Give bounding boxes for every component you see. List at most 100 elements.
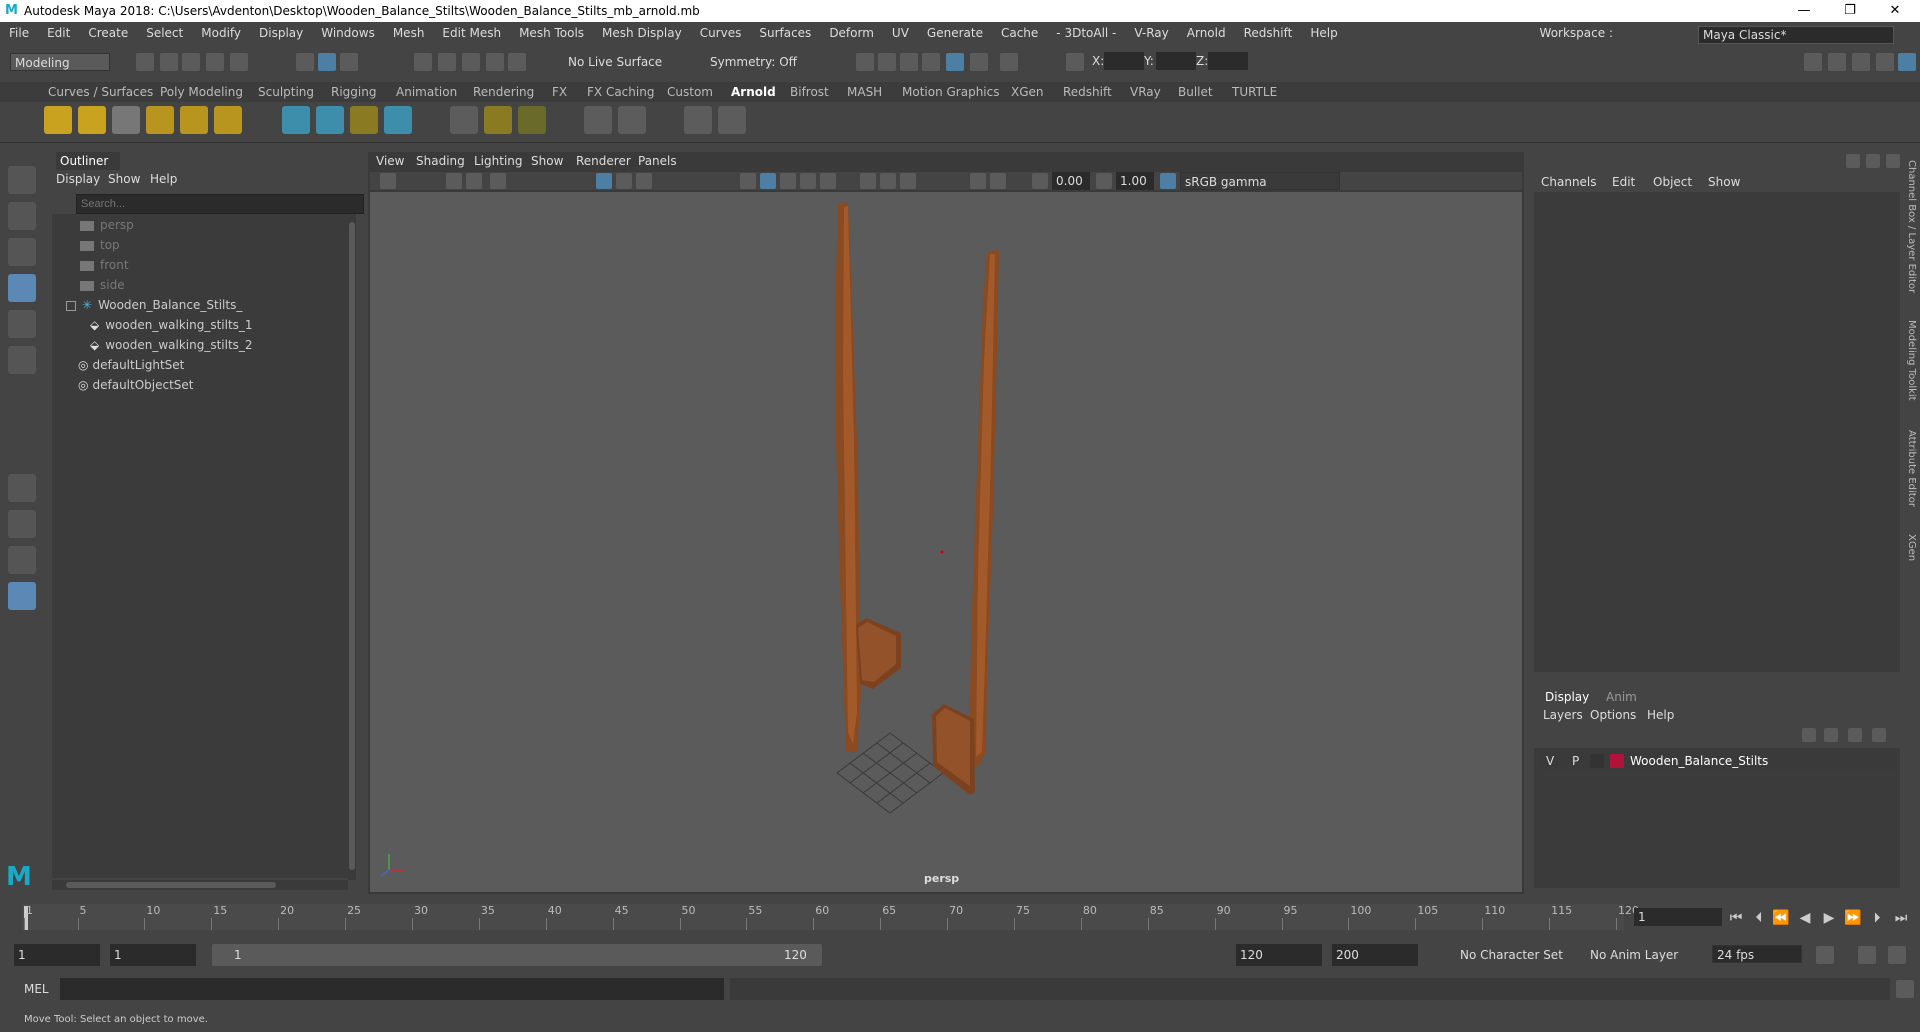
default-material-icon[interactable] [780, 173, 796, 189]
tree-item-front[interactable]: front [80, 256, 129, 274]
outliner-menu-display[interactable]: Display [56, 172, 100, 186]
shelf-tab-arnold[interactable]: Arnold [731, 82, 776, 102]
arnold-render-icon[interactable] [970, 53, 988, 71]
render-frame-icon[interactable] [856, 53, 874, 71]
select-object-icon[interactable] [318, 53, 336, 71]
export-standin-icon[interactable] [316, 106, 344, 134]
menu-file[interactable]: File [0, 22, 38, 44]
range-slider[interactable]: 1 120 [212, 944, 822, 966]
two-view-layout-icon[interactable] [8, 546, 36, 574]
menu-uv[interactable]: UV [883, 22, 918, 44]
x-field[interactable] [1104, 52, 1144, 70]
sidebar-toggle-icon[interactable] [1804, 53, 1822, 71]
playback-end-field[interactable]: 120 [1236, 944, 1322, 966]
menu-curves[interactable]: Curves [691, 22, 751, 44]
outliner-menu-help[interactable]: Help [150, 172, 177, 186]
shelf-tab-bifrost[interactable]: Bifrost [790, 82, 829, 102]
move-layer-down-icon[interactable] [1824, 728, 1838, 742]
four-view-layout-icon[interactable] [8, 510, 36, 538]
shelf-tab-fx[interactable]: FX [552, 82, 567, 102]
outliner-tab[interactable]: Outliner [56, 152, 120, 170]
select-camera-icon[interactable] [380, 173, 396, 189]
fps-dropdown[interactable]: 24 fps [1712, 945, 1802, 963]
menu-modify[interactable]: Modify [192, 22, 250, 44]
isolate-select-icon[interactable] [970, 173, 986, 189]
side-tab-modeling-toolkit[interactable]: Modeling Toolkit [1906, 320, 1917, 401]
shelf-tab-redshift[interactable]: Redshift [1063, 82, 1112, 102]
layers-menu-options[interactable]: Options [1590, 708, 1636, 722]
collapse-toggle-icon[interactable] [66, 300, 76, 311]
xray-icon[interactable] [990, 173, 1006, 189]
tool-settings-icon[interactable] [1828, 53, 1846, 71]
wireframe-icon[interactable] [740, 173, 756, 189]
layer-editor-icon[interactable] [1898, 53, 1916, 71]
flush-caches-icon[interactable] [518, 106, 546, 134]
menu-vray[interactable]: V-Ray [1125, 22, 1177, 44]
select-tool-icon[interactable] [8, 166, 36, 194]
menu-cache[interactable]: Cache [992, 22, 1047, 44]
new-scene-icon[interactable] [136, 53, 154, 71]
tree-item-top[interactable]: top [80, 236, 120, 254]
layer-tab-anim[interactable]: Anim [1606, 690, 1637, 704]
channels-menu-object[interactable]: Object [1653, 175, 1692, 189]
move-layer-up-icon[interactable] [1802, 728, 1816, 742]
ambient-occlusion-icon[interactable] [880, 173, 896, 189]
viewport-menu-shading[interactable]: Shading [416, 154, 465, 168]
auto-key-icon[interactable] [1858, 946, 1876, 964]
select-component-icon[interactable] [340, 53, 358, 71]
menu-deform[interactable]: Deform [820, 22, 883, 44]
maximize-button[interactable]: ❐ [1835, 2, 1865, 20]
loop-icon[interactable] [1816, 946, 1834, 964]
light-portal-icon[interactable] [180, 106, 208, 134]
float-panel-icon[interactable] [1866, 154, 1880, 168]
new-layer-icon[interactable] [1848, 728, 1862, 742]
z-field[interactable] [1208, 52, 1248, 70]
menu-create[interactable]: Create [79, 22, 137, 44]
shelf-tab-animation[interactable]: Animation [396, 82, 457, 102]
channels-menu-edit[interactable]: Edit [1612, 175, 1635, 189]
standin-icon[interactable] [282, 106, 310, 134]
close-button[interactable]: ✕ [1880, 2, 1910, 20]
render-view-arnold-icon[interactable] [684, 106, 712, 134]
side-tab-attribute-editor[interactable]: Attribute Editor [1906, 430, 1917, 507]
physical-sky-icon[interactable] [214, 106, 242, 134]
shelf-tab-custom[interactable]: Custom [667, 82, 713, 102]
scale-tool-icon[interactable] [8, 346, 36, 374]
viewport-menu-show[interactable]: Show [531, 154, 563, 168]
lasso-tool-icon[interactable] [8, 202, 36, 230]
current-frame-field[interactable]: 1 [1634, 908, 1722, 926]
anim-layer-dropdown[interactable]: No Anim Layer [1590, 948, 1678, 962]
layers-menu-help[interactable]: Help [1647, 708, 1674, 722]
go-to-start-icon[interactable]: ⏮ [1727, 909, 1745, 927]
workspace-select[interactable]: Maya Classic* [1698, 26, 1894, 44]
script-editor-icon[interactable] [1896, 980, 1914, 998]
scrollbar-thumb[interactable] [349, 222, 355, 870]
curve-collector-icon[interactable] [350, 106, 378, 134]
move-tool-icon[interactable] [8, 274, 36, 302]
render-view-icon[interactable] [878, 53, 896, 71]
menu-generate[interactable]: Generate [918, 22, 992, 44]
minimize-button[interactable]: — [1789, 2, 1819, 20]
ipr-render-icon[interactable] [900, 53, 918, 71]
shelf-tab-bullet[interactable]: Bullet [1178, 82, 1213, 102]
menu-help[interactable]: Help [1301, 22, 1346, 44]
snap-curve-icon[interactable] [438, 53, 456, 71]
undo-icon[interactable] [206, 53, 224, 71]
playback-start-field[interactable]: 1 [110, 944, 196, 966]
outliner-search-input[interactable] [76, 194, 364, 214]
tree-item-wooden-balance-stilts[interactable]: ✳ Wooden_Balance_Stilts_ [66, 296, 242, 314]
channel-box-icon[interactable] [1846, 154, 1860, 168]
new-layer-selected-icon[interactable] [1872, 728, 1886, 742]
side-tab-xgen[interactable]: XGen [1906, 534, 1917, 561]
gamma-field[interactable]: 1.00 [1116, 172, 1154, 190]
shadows-icon[interactable] [860, 173, 876, 189]
tree-item-default-object-set[interactable]: ◎ defaultObjectSet [78, 376, 194, 394]
menu-edit[interactable]: Edit [38, 22, 79, 44]
textured-icon[interactable] [800, 173, 816, 189]
motion-blur-icon[interactable] [900, 173, 916, 189]
skydome-light-icon[interactable] [146, 106, 174, 134]
command-input[interactable] [60, 978, 724, 1000]
outliner-menu-show[interactable]: Show [108, 172, 140, 186]
go-to-end-icon[interactable]: ⏭ [1892, 909, 1910, 927]
outliner-vertical-scrollbar[interactable] [348, 214, 356, 880]
